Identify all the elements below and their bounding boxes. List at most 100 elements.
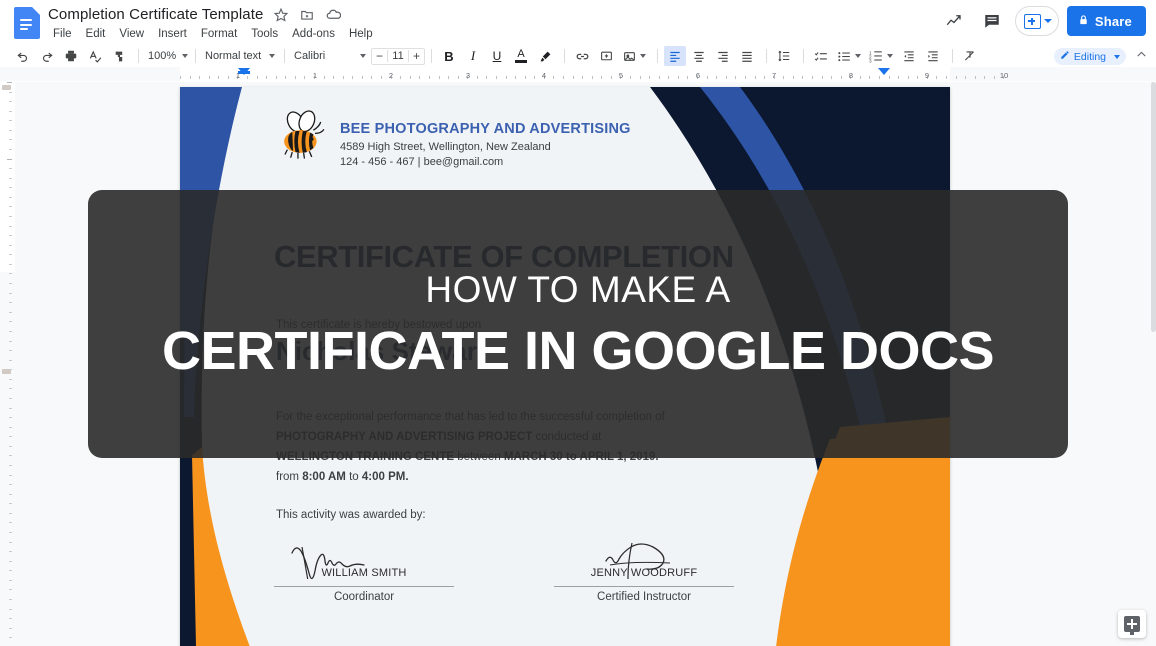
bottom-margin-marker[interactable] <box>2 369 11 374</box>
font-size-stepper[interactable]: − 11 + <box>371 47 425 65</box>
present-icon <box>1023 13 1041 29</box>
decrease-indent-icon[interactable] <box>898 46 920 66</box>
numbered-list-icon[interactable]: 123 <box>866 46 896 66</box>
signature-line <box>274 586 454 587</box>
text-color-icon[interactable]: A <box>510 46 532 66</box>
toolbar-divider <box>952 49 953 63</box>
explore-glyph <box>1124 616 1140 635</box>
editing-mode-button[interactable]: Editing <box>1053 48 1126 65</box>
highlight-color-icon[interactable] <box>534 46 556 66</box>
share-label: Share <box>1094 13 1132 29</box>
body-line-4: from 8:00 AM to 4:00 PM. <box>276 467 665 487</box>
top-margin-marker[interactable] <box>2 85 11 90</box>
signature-role: Certified Instructor <box>597 591 691 603</box>
organization-block: BEE PHOTOGRAPHY AND ADVERTISING 4589 Hig… <box>340 109 631 168</box>
present-button[interactable] <box>1014 6 1059 36</box>
toolbar-divider <box>766 49 767 63</box>
font-family-select[interactable]: Calibri <box>291 47 369 65</box>
insert-image-icon[interactable] <box>619 46 649 66</box>
menu-tools[interactable]: Tools <box>244 26 285 42</box>
chevron-up-icon[interactable] <box>1135 48 1148 64</box>
chevron-down-icon <box>1114 54 1120 59</box>
spelling-check-icon[interactable] <box>84 46 106 66</box>
menu-addons[interactable]: Add-ons <box>285 26 342 42</box>
menu-edit[interactable]: Edit <box>79 26 113 42</box>
font-size-increase[interactable]: + <box>409 49 424 63</box>
signature-name: WILLIAM SMITH <box>321 567 407 579</box>
italic-icon[interactable]: I <box>462 46 484 66</box>
align-right-icon[interactable] <box>712 46 734 66</box>
left-indent-marker[interactable] <box>238 68 250 75</box>
share-button[interactable]: Share <box>1066 6 1146 36</box>
signature-role: Coordinator <box>333 591 395 603</box>
title-bar: Completion Certificate Template File Edi… <box>0 0 1156 45</box>
paragraph-style-select[interactable]: Normal text <box>202 47 278 65</box>
chevron-down-icon <box>1043 19 1052 23</box>
activity-dashboard-icon[interactable] <box>939 6 969 36</box>
comment-history-icon[interactable] <box>977 6 1007 36</box>
chevron-down-icon <box>360 54 366 58</box>
right-indent-marker[interactable] <box>878 68 890 75</box>
signature-name: JENNY WOODRUFF <box>590 567 698 579</box>
toolbar-divider <box>564 49 565 63</box>
pencil-icon <box>1060 50 1070 63</box>
zoom-value: 100% <box>148 50 177 62</box>
add-comment-icon[interactable] <box>595 46 617 66</box>
page-title[interactable]: Completion Certificate Template <box>48 6 263 23</box>
document-title-row: Completion Certificate Template <box>48 6 341 23</box>
redo-icon[interactable] <box>36 46 58 66</box>
chevron-down-icon <box>182 54 189 58</box>
checklist-icon[interactable] <box>810 46 832 66</box>
formatting-toolbar: 100% Normal text Calibri − 11 + B I U A <box>0 45 1156 67</box>
paint-format-icon[interactable] <box>108 46 130 66</box>
toolbar-divider <box>657 49 658 63</box>
toolbar-divider <box>284 49 285 63</box>
menu-help[interactable]: Help <box>342 26 380 42</box>
awarded-by-label: This activity was awarded by: <box>276 509 426 521</box>
svg-text:3: 3 <box>869 58 872 63</box>
align-justify-icon[interactable] <box>736 46 758 66</box>
undo-icon[interactable] <box>12 46 34 66</box>
google-docs-icon[interactable] <box>14 7 40 39</box>
cloud-saved-icon[interactable] <box>325 7 341 23</box>
explore-button-icon[interactable] <box>1118 610 1146 638</box>
header-actions: Share <box>939 6 1146 36</box>
bulleted-list-icon[interactable] <box>834 46 864 66</box>
editing-mode-label: Editing <box>1073 50 1106 63</box>
chevron-down-icon <box>639 54 646 58</box>
horizontal-ruler[interactable]: 1 1 2 3 4 5 6 7 8 9 10 <box>0 67 1156 82</box>
link-icon[interactable] <box>571 46 593 66</box>
align-left-icon[interactable] <box>664 46 686 66</box>
vertical-scrollbar[interactable] <box>1151 82 1156 646</box>
chevron-down-icon <box>855 54 861 58</box>
certificate-header: BEE PHOTOGRAPHY AND ADVERTISING 4589 Hig… <box>276 109 631 168</box>
clear-formatting-icon[interactable] <box>959 46 981 66</box>
align-center-icon[interactable] <box>688 46 710 66</box>
chevron-down-icon <box>887 54 893 58</box>
vertical-ruler[interactable] <box>0 82 15 646</box>
scrollbar-thumb[interactable] <box>1151 82 1156 332</box>
menu-insert[interactable]: Insert <box>151 26 194 42</box>
paragraph-style-value: Normal text <box>205 50 262 62</box>
bold-icon[interactable]: B <box>438 46 460 66</box>
menu-view[interactable]: View <box>112 26 151 42</box>
underline-icon[interactable]: U <box>486 46 508 66</box>
print-icon[interactable] <box>60 46 82 66</box>
font-size-value[interactable]: 11 <box>387 50 409 62</box>
menu-format[interactable]: Format <box>194 26 244 42</box>
end-time: 4:00 PM. <box>361 471 409 483</box>
video-title-overlay: HOW TO MAKE A CERTIFICATE IN GOOGLE DOCS <box>88 190 1068 458</box>
organization-name: BEE PHOTOGRAPHY AND ADVERTISING <box>340 121 631 137</box>
zoom-select[interactable]: 100% <box>145 47 189 65</box>
star-icon[interactable] <box>273 7 289 23</box>
increase-indent-icon[interactable] <box>922 46 944 66</box>
from-word: from <box>276 471 299 483</box>
move-to-folder-icon[interactable] <box>299 7 315 23</box>
lock-icon <box>1078 14 1089 29</box>
menu-file[interactable]: File <box>46 26 79 42</box>
google-docs-window: Completion Certificate Template File Edi… <box>0 0 1156 646</box>
font-size-decrease[interactable]: − <box>372 49 387 63</box>
toolbar-divider <box>803 49 804 63</box>
text-color-swatch <box>515 60 527 63</box>
line-spacing-icon[interactable] <box>773 46 795 66</box>
